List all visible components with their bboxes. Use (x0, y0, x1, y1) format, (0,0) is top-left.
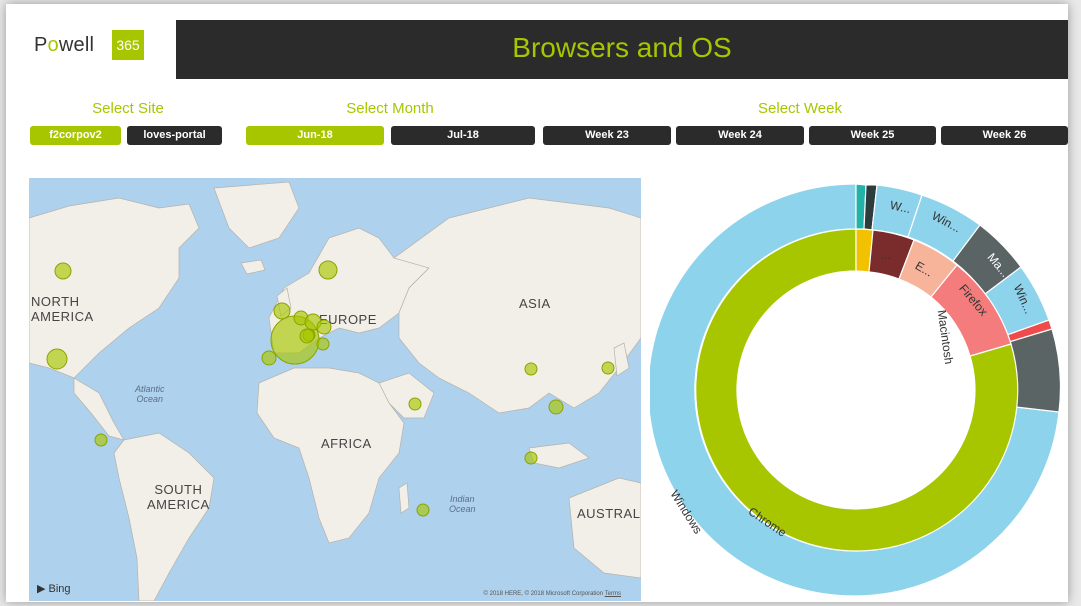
bubble-china[interactable] (524, 362, 538, 376)
logo-text: Powell (34, 34, 95, 56)
bubble-poland[interactable] (316, 319, 332, 335)
bubble-spain[interactable] (261, 350, 277, 366)
bubble-colombia[interactable] (94, 433, 108, 447)
week-option-25[interactable]: Week 25 (809, 126, 936, 145)
bing-label: Bing (48, 583, 71, 595)
visitor-map[interactable]: NORTH AMERICA EUROPE ASIA AFRICA SOUTH A… (29, 178, 641, 601)
week-option-26[interactable]: Week 26 (941, 126, 1068, 145)
bubble-vietnam[interactable] (548, 399, 564, 415)
bing-logo: ▶ Bing (37, 583, 71, 595)
bubble-mauritius[interactable] (416, 503, 430, 517)
bubble-uae[interactable] (408, 397, 422, 411)
site-option-f2corpov2[interactable]: f2corpov2 (30, 126, 121, 145)
bubble-japan[interactable] (601, 361, 615, 375)
bubble-canada-west[interactable] (54, 262, 72, 280)
bubble-norway[interactable] (318, 260, 338, 280)
site-option-loves-portal[interactable]: loves-portal (127, 126, 222, 145)
terms-link[interactable]: Terms (605, 591, 621, 597)
week-option-24[interactable]: Week 24 (676, 126, 804, 145)
map-bubbles (46, 260, 615, 517)
page-title: Browsers and OS (512, 32, 732, 63)
month-option-jun-18[interactable]: Jun-18 (246, 126, 384, 145)
browsers-os-sunburst (650, 183, 1062, 597)
title-banner: Browsers and OS (176, 20, 1068, 79)
label-ellipsis: ... (881, 248, 892, 262)
site-slicer-title: Select Site (92, 100, 164, 117)
bubble-austria[interactable] (299, 328, 315, 344)
bubble-uk[interactable] (273, 302, 291, 320)
logo-badge: 365 (112, 30, 144, 60)
bubble-italy[interactable] (316, 337, 330, 351)
month-option-jul-18[interactable]: Jul-18 (391, 126, 535, 145)
week-slicer-title: Select Week (758, 100, 842, 117)
copyright-text: © 2018 HERE, © 2018 Microsoft Corporatio… (483, 591, 604, 597)
bubble-indonesia[interactable] (524, 451, 538, 465)
week-option-23[interactable]: Week 23 (543, 126, 671, 145)
powell-logo: Powell 365 (24, 20, 144, 72)
month-slicer-title: Select Month (346, 100, 434, 117)
bubble-us-east[interactable] (46, 348, 68, 370)
map-copyright: © 2018 HERE, © 2018 Microsoft Corporatio… (484, 591, 621, 597)
